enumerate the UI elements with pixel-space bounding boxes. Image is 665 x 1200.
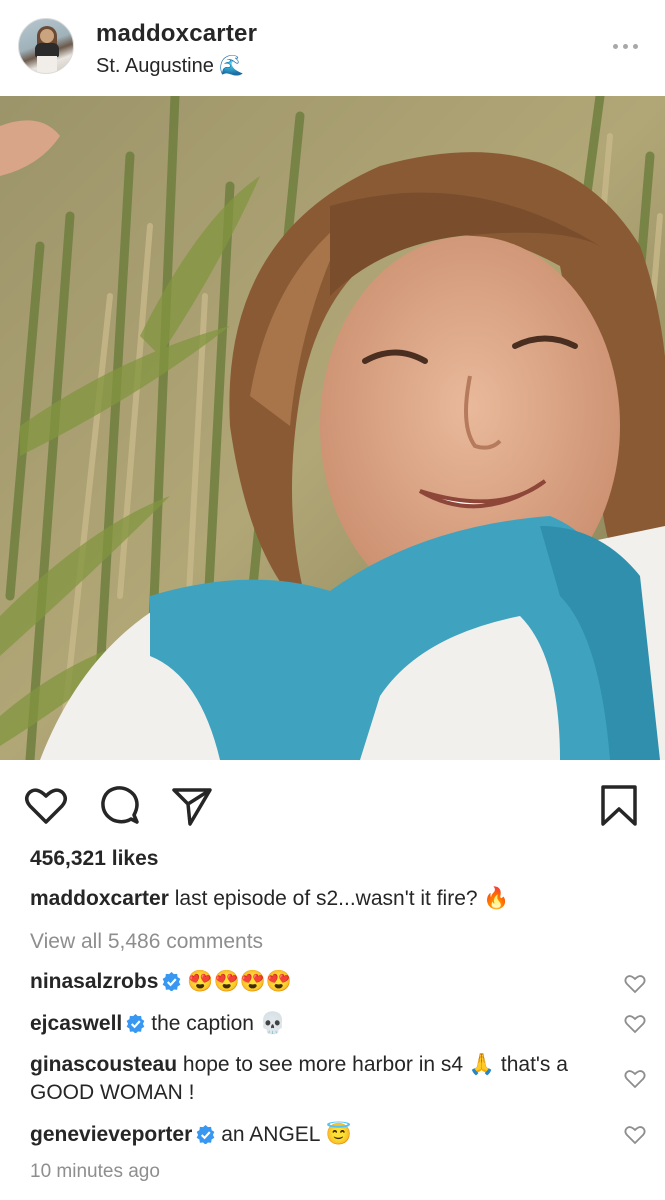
- comment-item: ginascousteau hope to see more harbor in…: [30, 1051, 590, 1107]
- more-dots-icon[interactable]: [610, 36, 642, 56]
- paper-plane-icon[interactable]: [170, 784, 214, 828]
- user-avatar[interactable]: [18, 18, 74, 74]
- post-photo[interactable]: [0, 96, 665, 760]
- comment-item: ejcaswell the caption 💀: [30, 1010, 610, 1038]
- caption-text: last episode of s2...wasn't it fire? 🔥: [174, 887, 510, 910]
- comment-item: ninasalzrobs 😍😍😍😍: [30, 968, 610, 996]
- comment-text: 😍😍😍😍: [187, 970, 292, 993]
- verified-badge-icon: [163, 972, 181, 991]
- verified-badge-icon: [196, 1125, 215, 1144]
- heart-outline-icon[interactable]: [624, 973, 646, 995]
- comment-bubble-icon[interactable]: [98, 784, 142, 828]
- post-caption: maddoxcarter last episode of s2...wasn't…: [30, 887, 510, 911]
- post-timestamp: 10 minutes ago: [30, 1161, 160, 1182]
- view-all-comments-link[interactable]: View all 5,486 comments: [30, 930, 263, 954]
- comment-username[interactable]: genevieveporter: [30, 1123, 192, 1146]
- comment-username[interactable]: ejcaswell: [30, 1012, 122, 1035]
- bookmark-icon[interactable]: [598, 784, 640, 828]
- post-actions: [0, 760, 665, 848]
- heart-outline-icon[interactable]: [624, 1013, 646, 1035]
- comment-username[interactable]: ninasalzrobs: [30, 970, 158, 993]
- comment-text: the caption 💀: [151, 1012, 286, 1035]
- comment-text: an ANGEL 😇: [221, 1123, 352, 1146]
- heart-outline-icon[interactable]: [624, 1068, 646, 1090]
- heart-icon[interactable]: [24, 784, 68, 828]
- comment-item: genevieveporter an ANGEL 😇: [30, 1121, 610, 1149]
- verified-badge-icon: [126, 1014, 145, 1033]
- caption-username[interactable]: maddoxcarter: [30, 887, 169, 910]
- post-header: maddoxcarter St. Augustine 🌊: [0, 0, 665, 96]
- post-username[interactable]: maddoxcarter: [96, 20, 257, 48]
- post-location[interactable]: St. Augustine 🌊: [96, 53, 244, 78]
- like-count[interactable]: 456,321 likes: [30, 847, 158, 871]
- comment-username[interactable]: ginascousteau: [30, 1053, 177, 1076]
- heart-outline-icon[interactable]: [624, 1124, 646, 1146]
